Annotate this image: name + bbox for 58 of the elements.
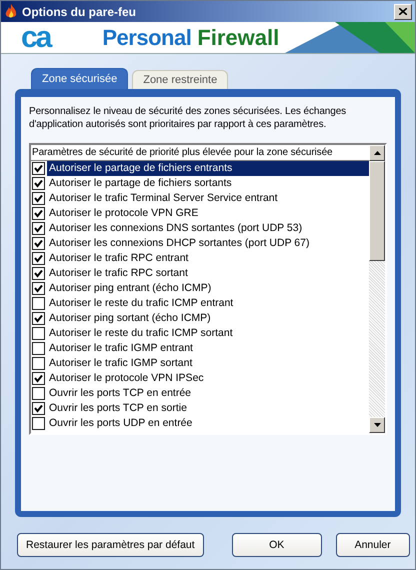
checkbox[interactable] [32,267,45,280]
checkbox[interactable] [32,162,45,175]
cancel-button[interactable]: Annuler [336,533,410,557]
list-item[interactable]: Autoriser le trafic RPC entrant [47,251,190,266]
list-item[interactable]: Autoriser les connexions DHCP sortantes (port UDP 67) [47,236,312,251]
checkbox[interactable] [32,222,45,235]
list-item[interactable]: Autoriser le reste du trafic ICMP entrant [47,296,236,311]
checkbox[interactable] [32,282,45,295]
tab[interactable]: Zone sécurisée [31,68,128,89]
checkbox[interactable] [32,342,45,355]
list-item[interactable]: Autoriser le trafic IGMP entrant [47,341,195,356]
checkbox[interactable] [32,192,45,205]
tab[interactable]: Zone restreinte [132,70,228,89]
restore-defaults-button[interactable]: Restaurer les paramètres par défaut [17,533,204,557]
checkbox[interactable] [32,372,45,385]
check-icon [34,404,43,413]
list-item[interactable]: Autoriser le partage de fichiers sortants [47,176,234,191]
list-item[interactable]: Ouvrir les ports TCP en entrée [47,386,194,401]
down-arrow-icon [374,423,380,427]
scrollbar[interactable] [369,145,385,433]
up-arrow-icon [374,151,380,155]
window-title: Options du pare-feu [22,4,137,18]
checkbox[interactable] [32,312,45,325]
close-icon [399,8,407,15]
checkbox[interactable] [32,387,45,400]
scroll-thumb[interactable] [369,161,385,261]
scroll-down-button[interactable] [369,417,385,433]
list-item[interactable]: Autoriser le partage de fichiers entrants [47,161,369,176]
list-item[interactable]: Autoriser le protocole VPN GRE [47,206,200,221]
check-icon [34,374,43,383]
product-name: Firewall [197,24,280,50]
close-button[interactable] [394,4,412,20]
logo: ca [21,22,50,52]
checkbox[interactable] [32,417,45,430]
list-item[interactable]: Autoriser les connexions DNS sortantes (port UDP 53) [47,221,304,236]
flame-icon [4,4,18,19]
list-item[interactable]: Autoriser le trafic Terminal Server Service entrant [47,191,280,206]
checkbox[interactable] [32,297,45,310]
list-item[interactable]: Autoriser ping sortant (écho ICMP) [47,311,213,326]
description: Personnalisez le niveau de sécurité des zones sécurisées. Les échanges d'application autorisés sont prioritaires par rapport à ces paramètres. [29,105,348,131]
checkbox[interactable] [32,402,45,415]
list-item[interactable]: Autoriser ping entrant (écho ICMP) [47,281,214,296]
scroll-up-button[interactable] [369,145,385,161]
list-item[interactable]: Autoriser le trafic IGMP sortant [47,356,194,371]
product-name: Personal [102,24,192,50]
ok-button[interactable]: OK [232,533,322,557]
checkbox[interactable] [32,177,45,190]
list-item[interactable]: Ouvrir les ports TCP en sortie [47,401,189,416]
checkbox[interactable] [32,357,45,370]
checkbox[interactable] [32,252,45,265]
list-item[interactable]: Autoriser le reste du trafic ICMP sortant [47,326,235,341]
checkbox[interactable] [32,237,45,250]
check-icon [34,314,43,323]
checkbox[interactable] [32,207,45,220]
checkbox[interactable] [32,327,45,340]
list-item[interactable]: Autoriser le protocole VPN IPSec [47,371,206,386]
list-item[interactable]: Ouvrir les ports UDP en entrée [47,416,194,431]
list-item[interactable]: Autoriser le trafic RPC sortant [47,266,190,281]
